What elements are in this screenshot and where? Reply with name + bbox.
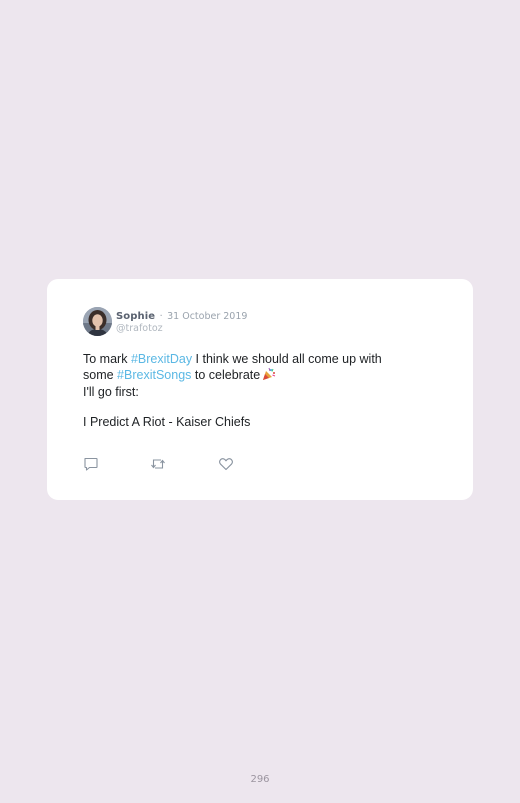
tweet-text: I think we should all come up with — [192, 352, 382, 366]
tweet-actions — [83, 456, 243, 472]
author-handle[interactable]: @trafotoz — [116, 323, 247, 334]
retweet-icon[interactable] — [150, 456, 166, 472]
tweet-line-2: some #BrexitSongs to celebrate — [83, 367, 443, 385]
tweet-text: To mark — [83, 352, 131, 366]
header-separator: · — [159, 311, 163, 322]
party-popper-icon — [262, 367, 276, 385]
avatar[interactable] — [83, 307, 112, 336]
tweet-line-3: I'll go first: — [83, 385, 139, 399]
tweet-text: to celebrate — [191, 368, 261, 382]
like-icon[interactable] — [218, 456, 234, 472]
reply-icon[interactable] — [83, 456, 99, 472]
tweet-card: Sophie · 31 October 2019 @trafotoz To ma… — [47, 279, 473, 500]
hashtag-link[interactable]: #BrexitSongs — [117, 368, 191, 382]
page-number: 296 — [250, 774, 270, 785]
tweet-text: some — [83, 368, 118, 382]
tweet-line-1: To mark #BrexitDay I think we should all… — [83, 352, 443, 367]
author-name[interactable]: Sophie — [116, 311, 155, 322]
avatar-photo — [83, 307, 112, 336]
hashtag-link[interactable]: #BrexitDay — [131, 352, 192, 366]
tweet-date[interactable]: 31 October 2019 — [167, 311, 247, 322]
tweet-line-4: I Predict A Riot - Kaiser Chiefs — [83, 415, 251, 429]
tweet-body: To mark #BrexitDay I think we should all… — [83, 352, 443, 430]
tweet-header: Sophie · 31 October 2019 @trafotoz — [116, 308, 247, 334]
